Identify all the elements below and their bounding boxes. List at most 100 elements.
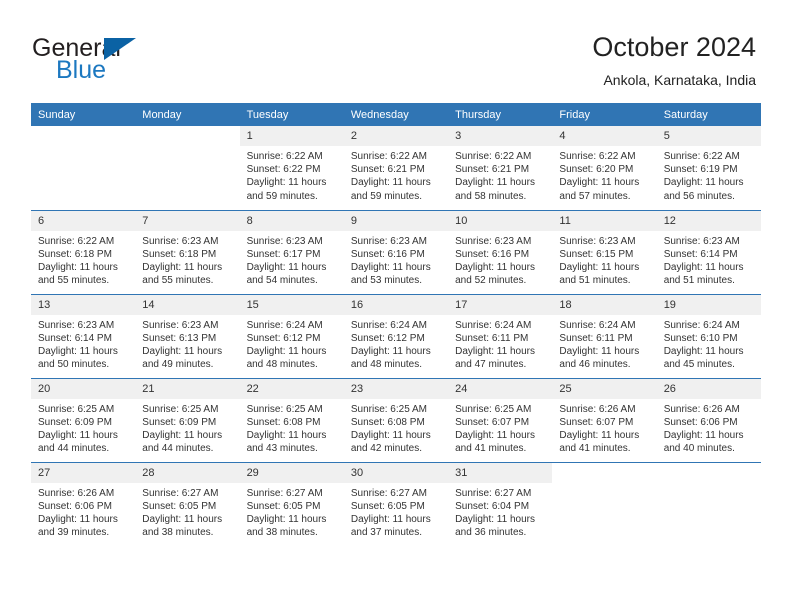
day-number: 3 [448, 126, 553, 146]
calendar-day-cell[interactable]: 23 Sunrise: 6:25 AM Sunset: 6:08 PM Dayligh… [343, 377, 449, 462]
weekday-header-monday: Monday [135, 103, 240, 126]
day-sun-info: Sunrise: 6:22 AM Sunset: 6:21 PM Daylight:… [344, 146, 448, 203]
sunrise-text: Sunrise: 6:24 AM [350, 319, 427, 331]
calendar-day-cell[interactable]: 13 Sunrise: 6:23 AM Sunset: 6:14 PM Dayligh… [31, 293, 136, 378]
calendar-day-cell[interactable]: 21 Sunrise: 6:25 AM Sunset: 6:09 PM Dayligh… [135, 377, 240, 462]
day-number: 20 [31, 378, 136, 399]
calendar-day-cell[interactable]: 18 Sunrise: 6:24 AM Sunset: 6:11 PM Dayligh… [552, 293, 657, 378]
calendar-day-cell[interactable]: 30 Sunrise: 6:27 AM Sunset: 6:05 PM Dayligh… [343, 461, 449, 546]
calendar-day-cell[interactable]: 29 Sunrise: 6:27 AM Sunset: 6:05 PM Dayligh… [239, 461, 344, 546]
sunset-text: Sunset: 6:21 PM [455, 164, 530, 176]
calendar-day-cell[interactable]: 15 Sunrise: 6:24 AM Sunset: 6:12 PM Dayligh… [239, 293, 344, 378]
calendar-day-cell[interactable]: 1 Sunrise: 6:22 AM Sunset: 6:22 PM Daylight… [239, 126, 344, 210]
day-cell-inner: 28 Sunrise: 6:27 AM Sunset: 6:05 PM Dayligh… [135, 462, 240, 547]
daylight-text: Daylight: 11 hours and 50 minutes. [38, 345, 118, 371]
day-number: 28 [135, 462, 240, 483]
general-blue-logo[interactable]: General Blue [32, 34, 212, 86]
daylight-text: Daylight: 11 hours and 46 minutes. [559, 345, 640, 371]
sunrise-text: Sunrise: 6:24 AM [455, 319, 532, 331]
calendar-day-cell[interactable]: 12 Sunrise: 6:23 AM Sunset: 6:14 PM Dayligh… [656, 209, 761, 294]
daylight-text: Daylight: 11 hours and 38 minutes. [246, 513, 327, 539]
day-number: 26 [656, 378, 761, 399]
calendar-table: Sunday Monday Tuesday Wednesday Thursday Frid… [31, 103, 761, 546]
day-cell-inner: 12 Sunrise: 6:23 AM Sunset: 6:14 PM Dayligh… [656, 210, 761, 294]
calendar-day-cell[interactable]: 19 Sunrise: 6:24 AM Sunset: 6:10 PM Dayligh… [656, 293, 761, 378]
calendar-day-cell[interactable]: 2 Sunrise: 6:22 AM Sunset: 6:21 PM Daylight… [343, 126, 449, 210]
daylight-text: Daylight: 11 hours and 45 minutes. [663, 345, 744, 371]
daylight-text: Daylight: 11 hours and 48 minutes. [350, 345, 431, 371]
day-number: 23 [343, 378, 449, 399]
calendar-day-cell[interactable]: 14 Sunrise: 6:23 AM Sunset: 6:13 PM Dayligh… [135, 293, 240, 378]
calendar-day-cell[interactable]: 9 Sunrise: 6:23 AM Sunset: 6:16 PM Daylight… [343, 209, 449, 294]
daylight-text: Daylight: 11 hours and 59 minutes. [350, 177, 431, 202]
day-sun-info: Sunrise: 6:24 AM Sunset: 6:11 PM Daylight:… [552, 315, 656, 372]
calendar-day-cell[interactable]: 27 Sunrise: 6:26 AM Sunset: 6:06 PM Dayligh… [31, 461, 136, 547]
calendar-day-cell[interactable]: 31 Sunrise: 6:27 AM Sunset: 6:04 PM Dayligh… [448, 461, 553, 546]
day-number: 7 [135, 210, 240, 231]
sunrise-text: Sunrise: 6:23 AM [663, 235, 740, 247]
daylight-text: Daylight: 11 hours and 51 minutes. [663, 261, 744, 287]
day-cell-inner: 3 Sunrise: 6:22 AM Sunset: 6:21 PM Daylight… [448, 126, 553, 210]
day-number [552, 463, 656, 483]
calendar-day-cell[interactable]: 6 Sunrise: 6:22 AM Sunset: 6:18 PM Daylight… [31, 209, 136, 294]
daylight-text: Daylight: 11 hours and 55 minutes. [38, 261, 118, 287]
daylight-text: Daylight: 11 hours and 42 minutes. [350, 429, 431, 455]
calendar-grid: Sunday Monday Tuesday Wednesday Thursday Frid… [31, 103, 761, 546]
day-cell-inner: 13 Sunrise: 6:23 AM Sunset: 6:14 PM Dayligh… [31, 294, 136, 378]
sunrise-text: Sunrise: 6:22 AM [559, 151, 636, 162]
daylight-text: Daylight: 11 hours and 40 minutes. [663, 429, 744, 455]
calendar-day-cell[interactable]: 7 Sunrise: 6:23 AM Sunset: 6:18 PM Daylight… [135, 209, 240, 294]
day-cell-inner: 7 Sunrise: 6:23 AM Sunset: 6:18 PM Daylight… [135, 210, 240, 294]
day-cell-inner: 18 Sunrise: 6:24 AM Sunset: 6:11 PM Dayligh… [552, 294, 657, 378]
sunrise-text: Sunrise: 6:23 AM [142, 319, 219, 331]
calendar-day-cell[interactable]: 20 Sunrise: 6:25 AM Sunset: 6:09 PM Dayligh… [31, 377, 136, 462]
sunset-text: Sunset: 6:07 PM [559, 416, 634, 428]
calendar-day-cell[interactable]: 8 Sunrise: 6:23 AM Sunset: 6:17 PM Daylight… [239, 209, 344, 294]
sunset-text: Sunset: 6:04 PM [455, 500, 530, 512]
sunrise-text: Sunrise: 6:25 AM [38, 403, 115, 415]
day-sun-info: Sunrise: 6:22 AM Sunset: 6:20 PM Daylight:… [552, 146, 656, 203]
calendar-day-cell[interactable]: 3 Sunrise: 6:22 AM Sunset: 6:21 PM Daylight… [448, 126, 553, 210]
calendar-day-cell[interactable]: 24 Sunrise: 6:25 AM Sunset: 6:07 PM Dayligh… [448, 377, 553, 462]
calendar-day-cell[interactable]: 26 Sunrise: 6:26 AM Sunset: 6:06 PM Dayligh… [656, 377, 761, 462]
day-sun-info: Sunrise: 6:22 AM Sunset: 6:21 PM Daylight:… [448, 146, 552, 203]
sunset-text: Sunset: 6:22 PM [246, 164, 321, 176]
day-number: 14 [135, 294, 240, 315]
sunset-text: Sunset: 6:10 PM [663, 332, 738, 344]
calendar-day-cell[interactable]: 28 Sunrise: 6:27 AM Sunset: 6:05 PM Dayligh… [135, 461, 240, 547]
day-cell-inner: 27 Sunrise: 6:26 AM Sunset: 6:06 PM Dayligh… [31, 462, 136, 547]
sunset-text: Sunset: 6:09 PM [142, 416, 217, 428]
day-number: 2 [343, 126, 449, 146]
sunrise-text: Sunrise: 6:27 AM [350, 487, 427, 499]
calendar-day-cell[interactable]: 5 Sunrise: 6:22 AM Sunset: 6:19 PM Daylight… [656, 126, 761, 210]
day-number: 30 [343, 462, 449, 483]
daylight-text: Daylight: 11 hours and 53 minutes. [350, 261, 431, 287]
day-number: 12 [656, 210, 761, 231]
day-sun-info: Sunrise: 6:27 AM Sunset: 6:05 PM Daylight:… [240, 483, 344, 540]
calendar-day-cell[interactable]: 22 Sunrise: 6:25 AM Sunset: 6:08 PM Dayligh… [239, 377, 344, 462]
day-sun-info: Sunrise: 6:23 AM Sunset: 6:14 PM Daylight:… [657, 231, 761, 288]
calendar-day-cell[interactable]: 11 Sunrise: 6:23 AM Sunset: 6:15 PM Dayligh… [552, 209, 657, 294]
calendar-day-cell[interactable]: 16 Sunrise: 6:24 AM Sunset: 6:12 PM Dayligh… [343, 293, 449, 378]
sunset-text: Sunset: 6:09 PM [38, 416, 112, 428]
calendar-week-row: 27 Sunrise: 6:26 AM Sunset: 6:06 PM Dayligh… [31, 461, 761, 547]
day-sun-info: Sunrise: 6:26 AM Sunset: 6:07 PM Daylight:… [552, 399, 656, 456]
daylight-text: Daylight: 11 hours and 56 minutes. [663, 177, 744, 202]
calendar-day-cell[interactable]: 4 Sunrise: 6:22 AM Sunset: 6:20 PM Daylight… [552, 126, 657, 210]
day-sun-info: Sunrise: 6:27 AM Sunset: 6:05 PM Daylight:… [135, 483, 239, 540]
day-number: 22 [239, 378, 344, 399]
calendar-day-cell[interactable]: 17 Sunrise: 6:24 AM Sunset: 6:11 PM Dayligh… [448, 293, 553, 378]
calendar-day-cell[interactable]: 25 Sunrise: 6:26 AM Sunset: 6:07 PM Dayligh… [552, 377, 657, 462]
day-cell-inner: 4 Sunrise: 6:22 AM Sunset: 6:20 PM Daylight… [552, 126, 657, 210]
day-sun-info: Sunrise: 6:26 AM Sunset: 6:06 PM Daylight:… [31, 483, 135, 540]
day-number: 11 [552, 210, 657, 231]
sunrise-text: Sunrise: 6:24 AM [559, 319, 636, 331]
day-number: 8 [239, 210, 344, 231]
day-number [657, 463, 761, 483]
calendar-day-cell[interactable]: 10 Sunrise: 6:23 AM Sunset: 6:16 PM Dayligh… [448, 209, 553, 294]
day-sun-info: Sunrise: 6:25 AM Sunset: 6:09 PM Daylight:… [31, 399, 135, 456]
sunrise-text: Sunrise: 6:23 AM [142, 235, 219, 247]
calendar-header-row: Sunday Monday Tuesday Wednesday Thursday Frid… [31, 103, 761, 126]
day-sun-info: Sunrise: 6:23 AM Sunset: 6:17 PM Daylight:… [240, 231, 344, 288]
day-sun-info: Sunrise: 6:27 AM Sunset: 6:04 PM Daylight:… [448, 483, 552, 540]
